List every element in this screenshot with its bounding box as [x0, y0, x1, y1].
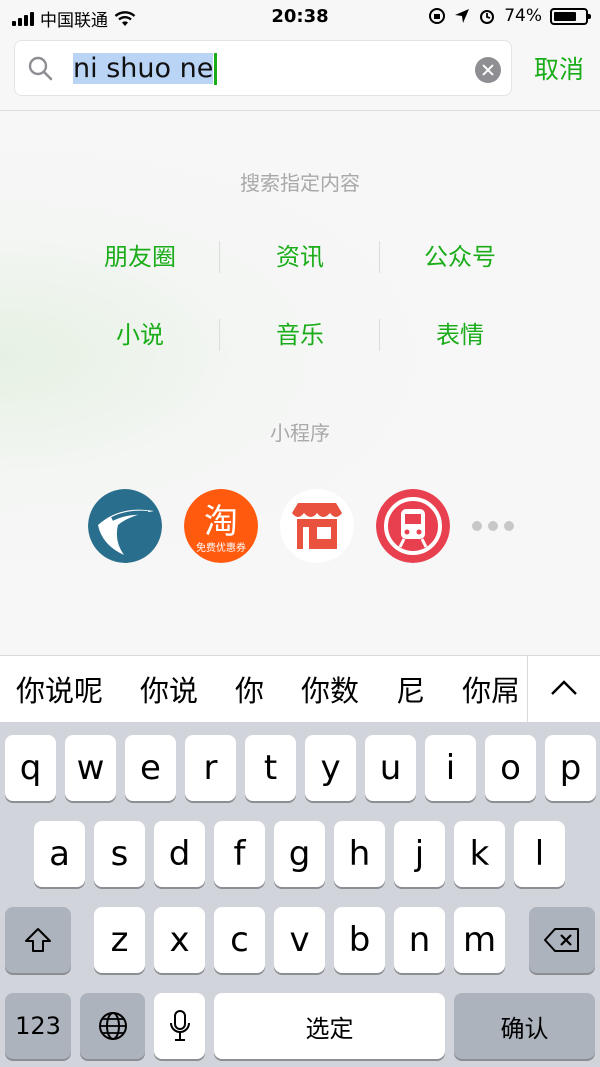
key-g[interactable]: g [274, 821, 325, 887]
alarm-icon [480, 10, 495, 24]
key-s[interactable]: s [94, 821, 145, 887]
key-e[interactable]: e [125, 735, 176, 801]
key-x[interactable]: x [154, 907, 205, 973]
search-suggestions: 搜索指定内容 朋友圈 资讯 公众号 小说 音乐 表情 小程序 淘 免费优惠券 [0, 111, 600, 655]
space-key[interactable]: 选定 [214, 993, 445, 1059]
taobao-glyph: 淘 [204, 502, 238, 542]
key-c[interactable]: c [214, 907, 265, 973]
key-j[interactable]: j [394, 821, 445, 887]
search-query-text: ni shuo ne [73, 53, 214, 84]
numbers-key[interactable]: 123 [5, 993, 71, 1059]
key-r[interactable]: r [185, 735, 236, 801]
candidate-bar: 你说呢 你说 你 你数 尼 你屌 [0, 655, 600, 723]
battery-fill [554, 11, 576, 21]
category-stickers[interactable]: 表情 [380, 315, 540, 355]
shift-key[interactable] [5, 907, 71, 973]
key-i[interactable]: i [425, 735, 476, 801]
key-t[interactable]: t [245, 735, 296, 801]
battery-percent: 74% [504, 6, 542, 26]
key-d[interactable]: d [154, 821, 205, 887]
globe-icon [98, 1012, 127, 1040]
key-k[interactable]: k [454, 821, 505, 887]
candidate-item[interactable]: 你数 [301, 668, 359, 710]
shop-icon[interactable] [280, 489, 354, 563]
category-moments[interactable]: 朋友圈 [60, 237, 220, 277]
backspace-key[interactable] [529, 907, 595, 973]
mini-program-list: 淘 免费优惠券 [88, 489, 514, 563]
search-header: ni shuo ne 取消 [0, 34, 600, 111]
key-b[interactable]: b [334, 907, 385, 973]
candidate-item[interactable]: 你屌 [462, 668, 520, 710]
expand-candidates-button[interactable] [527, 656, 600, 722]
key-q[interactable]: q [5, 735, 56, 801]
confirm-key[interactable]: 确认 [454, 993, 595, 1059]
globe-key[interactable] [80, 993, 145, 1059]
microphone-icon [169, 1010, 190, 1041]
key-u[interactable]: u [365, 735, 416, 801]
key-a[interactable]: a [34, 821, 85, 887]
key-w[interactable]: w [65, 735, 116, 801]
keyboard: q w e r t y u i o p a s d f g h j k l z … [0, 722, 600, 1067]
chevron-up-icon [551, 680, 577, 695]
mini-programs-title: 小程序 [270, 421, 330, 445]
key-z[interactable]: z [94, 907, 145, 973]
candidate-list: 你说呢 你说 你 你数 尼 你屌 [16, 656, 528, 722]
location-icon [455, 9, 470, 23]
category-novels[interactable]: 小说 [60, 315, 220, 355]
more-icon[interactable] [472, 521, 514, 531]
key-o[interactable]: o [485, 735, 536, 801]
status-bar: 中国联通 20:38 74% [0, 0, 600, 34]
search-query[interactable]: ni shuo ne [73, 53, 218, 85]
key-n[interactable]: n [394, 907, 445, 973]
candidate-item[interactable]: 你 [235, 668, 264, 710]
cancel-button[interactable]: 取消 [534, 50, 584, 86]
metro-icon[interactable] [376, 489, 450, 563]
shift-icon [25, 928, 51, 952]
category-official-accounts[interactable]: 公众号 [380, 237, 540, 277]
key-p[interactable]: p [545, 735, 596, 801]
t-logo-icon[interactable] [88, 489, 162, 563]
clear-icon[interactable] [475, 57, 501, 83]
search-icon [28, 56, 53, 81]
battery-icon [550, 7, 591, 25]
key-f[interactable]: f [214, 821, 265, 887]
candidate-item[interactable]: 你说 [140, 668, 198, 710]
key-m[interactable]: m [454, 907, 505, 973]
category-news[interactable]: 资讯 [220, 237, 380, 277]
key-h[interactable]: h [334, 821, 385, 887]
backspace-icon [544, 928, 579, 952]
category-grid: 朋友圈 资讯 公众号 小说 音乐 表情 [60, 237, 540, 355]
microphone-key[interactable] [154, 993, 205, 1059]
candidate-item[interactable]: 尼 [396, 668, 425, 710]
taobao-icon[interactable]: 淘 免费优惠券 [184, 489, 258, 563]
text-caret [214, 53, 218, 85]
key-y[interactable]: y [305, 735, 356, 801]
rotation-lock-icon [429, 8, 446, 24]
category-music[interactable]: 音乐 [220, 315, 380, 355]
candidate-item[interactable]: 你说呢 [16, 668, 103, 710]
key-l[interactable]: l [514, 821, 565, 887]
key-v[interactable]: v [274, 907, 325, 973]
search-input[interactable]: ni shuo ne [14, 40, 512, 96]
taobao-caption: 免费优惠券 [196, 541, 246, 554]
specify-content-title: 搜索指定内容 [240, 171, 360, 195]
